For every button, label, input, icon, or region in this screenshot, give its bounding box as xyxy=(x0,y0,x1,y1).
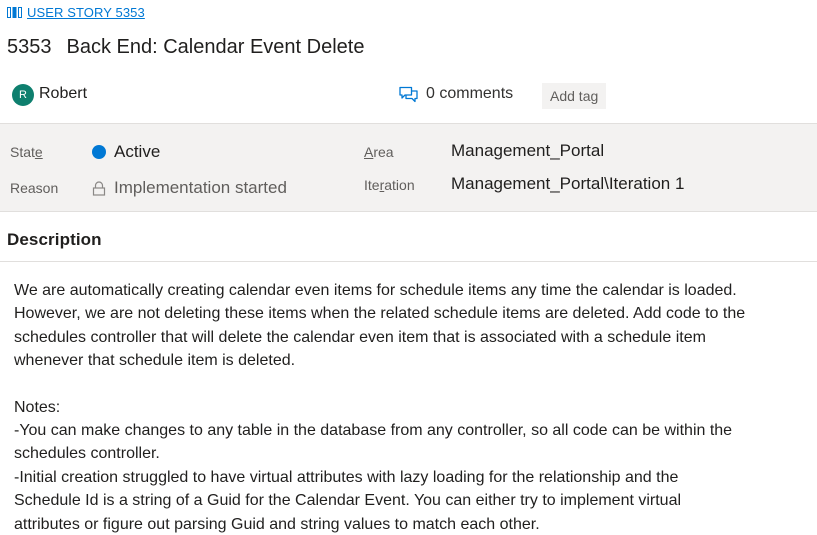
iteration-field[interactable]: Management_Portal\Iteration 1 xyxy=(451,174,684,194)
page-title: 5353 Back End: Calendar Event Delete xyxy=(7,36,364,59)
description-line: schedules controller. xyxy=(14,445,160,463)
state-label: State xyxy=(10,144,43,160)
area-label: Area xyxy=(364,144,394,160)
comments-label: 0 comments xyxy=(426,85,514,102)
comment-icon xyxy=(399,86,418,102)
description-line: attributes or figure out parsing Guid an… xyxy=(14,515,540,533)
assigned-to[interactable]: Robert xyxy=(39,85,87,103)
description-line: -You can make changes to any table in th… xyxy=(14,422,733,440)
notes-title: Notes: xyxy=(14,398,61,416)
book-icon xyxy=(7,6,22,18)
state-dot-icon xyxy=(92,145,106,159)
divider xyxy=(0,261,817,262)
description-line: We are automatically creating calendar e… xyxy=(14,282,737,299)
reason-field: Implementation started xyxy=(92,178,287,198)
work-item-title[interactable]: Back End: Calendar Event Delete xyxy=(67,36,365,59)
iteration-label: Iteration xyxy=(364,177,415,193)
work-item-id: 5353 xyxy=(7,36,52,58)
reason-value: Implementation started xyxy=(114,178,287,197)
description-body[interactable]: We are automatically creating calendar e… xyxy=(14,279,814,535)
meta-row: R Robert 0 comments Add tag xyxy=(0,82,817,110)
description-line: whenever that schedule item is deleted. xyxy=(14,352,296,370)
area-field[interactable]: Management_Portal xyxy=(451,141,604,161)
breadcrumb: USER STORY 5353 xyxy=(7,3,145,21)
avatar[interactable]: R xyxy=(12,84,34,106)
fields-panel: State Active Reason Implementation start… xyxy=(0,123,817,212)
state-dropdown[interactable]: Active xyxy=(92,142,160,162)
lock-icon xyxy=(92,180,106,196)
reason-label: Reason xyxy=(10,180,59,196)
add-tag-button[interactable]: Add tag xyxy=(542,83,607,109)
description-header: Description xyxy=(7,230,102,249)
work-item-type-link[interactable]: USER STORY 5353 xyxy=(27,5,145,20)
state-value: Active xyxy=(114,142,161,161)
description-line: Schedule Id is a string of a Guid for th… xyxy=(14,492,682,510)
comments-link[interactable]: 0 comments xyxy=(399,85,513,103)
description-line: schedules controller that will delete th… xyxy=(14,328,706,346)
description-line: However, we are not deleting these items… xyxy=(14,305,746,323)
description-line: -Initial creation struggled to have virt… xyxy=(14,468,679,486)
